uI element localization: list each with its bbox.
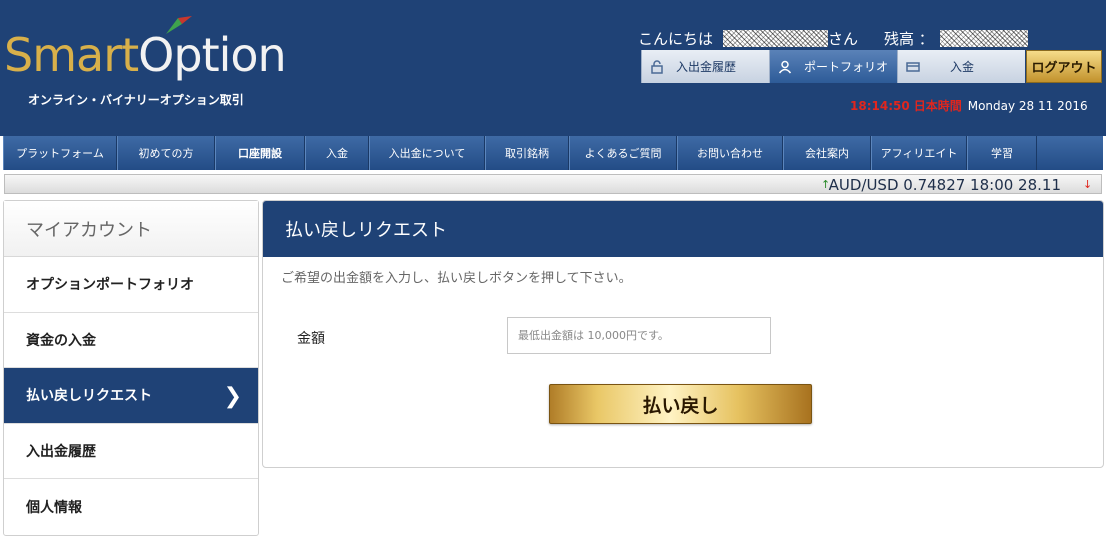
server-clock: 18:14:50 日本時間 Monday 28 11 2016: [850, 97, 1088, 114]
nav-bar: プラットフォーム 初めての方 口座開設 入金 入出金について 取引銘柄 よくある…: [3, 136, 1103, 170]
clock-time: 18:14:50: [850, 99, 910, 113]
lock-icon: [651, 59, 663, 74]
sidebar-title: マイアカウント: [4, 201, 258, 257]
sidebar-item-withdrawal-request[interactable]: 払い戻しリクエスト ❯: [4, 368, 258, 424]
deposit-label: 入金: [950, 60, 975, 74]
clock-date: Monday 28 11 2016: [967, 99, 1088, 113]
site-tagline: オンライン・バイナリーオプション取引: [28, 93, 244, 107]
main-navigation: プラットフォーム 初めての方 口座開設 入金 入出金について 取引銘柄 よくある…: [0, 136, 1106, 170]
amount-input[interactable]: [507, 317, 771, 354]
withdraw-button[interactable]: 払い戻し: [549, 384, 812, 424]
nav-item-deposit-withdrawal-info[interactable]: 入出金について: [369, 136, 485, 170]
site-header: SmartOption オンライン・バイナリーオプション取引 こんにちは さん …: [0, 0, 1106, 136]
credit-card-icon: [906, 61, 920, 72]
transaction-history-label: 入出金履歴: [676, 60, 737, 74]
nav-item-learning[interactable]: 学習: [967, 136, 1037, 170]
panel-title: 払い戻しリクエスト: [263, 201, 1103, 257]
nav-item-contact[interactable]: お問い合わせ: [677, 136, 783, 170]
nav-item-deposit[interactable]: 入金: [305, 136, 369, 170]
logout-button[interactable]: ログアウト: [1026, 50, 1102, 83]
nav-item-company[interactable]: 会社案内: [783, 136, 871, 170]
instructions-text: ご希望の出金額を入力し、払い戻しボタンを押して下さい。: [281, 271, 632, 286]
sidebar-item-transaction-history[interactable]: 入出金履歴: [4, 424, 258, 479]
nav-item-faq[interactable]: よくあるご質問: [569, 136, 677, 170]
account-sidebar: マイアカウント オプションポートフォリオ 資金の入金 払い戻しリクエスト ❯ 入…: [3, 200, 259, 536]
user-greeting: こんにちは さん 残高 ：: [638, 28, 1028, 49]
nav-item-affiliate[interactable]: アフィリエイト: [871, 136, 967, 170]
masked-username: [723, 30, 829, 47]
user-icon: [778, 60, 792, 73]
withdrawal-panel: 払い戻しリクエスト ご希望の出金額を入力し、払い戻しボタンを押して下さい。 金額…: [262, 200, 1104, 468]
sidebar-item-label: 資金の入金: [26, 332, 96, 349]
price-ticker: ↑ AUD/USD 0.74827 18:00 28.11 ↓: [4, 174, 1102, 194]
transaction-history-button[interactable]: 入出金履歴: [641, 50, 769, 83]
deposit-button[interactable]: 入金: [897, 50, 1025, 83]
sidebar-item-label: 個人情報: [26, 499, 82, 516]
sidebar-item-personal-info[interactable]: 個人情報: [4, 479, 258, 535]
ticker-quote: AUD/USD 0.74827 18:00 28.11: [828, 176, 1061, 194]
greeting-suffix: さん: [828, 30, 859, 48]
portfolio-button[interactable]: ポートフォリオ: [769, 50, 897, 83]
nav-item-open-account[interactable]: 口座開設: [215, 136, 305, 170]
arrow-down-icon: ↓: [1083, 178, 1093, 191]
logo-wordmark: SmartOption: [4, 28, 287, 82]
chevron-right-icon: ❯: [223, 384, 242, 409]
amount-label: 金額: [297, 331, 325, 347]
sidebar-item-label: オプションポートフォリオ: [26, 277, 194, 294]
balance-label: 残高 ：: [884, 30, 934, 48]
nav-item-instruments[interactable]: 取引銘柄: [485, 136, 569, 170]
nav-item-platform[interactable]: プラットフォーム: [3, 136, 117, 170]
clock-timezone: 日本時間: [913, 99, 962, 113]
masked-balance: [939, 30, 1028, 47]
sidebar-item-label: 入出金履歴: [26, 443, 96, 460]
smartoption-logo[interactable]: SmartOption: [4, 16, 304, 90]
sidebar-item-fund-deposit[interactable]: 資金の入金: [4, 313, 258, 368]
sidebar-item-label: 払い戻しリクエスト: [26, 388, 152, 405]
portfolio-label: ポートフォリオ: [804, 60, 889, 74]
nav-item-beginners[interactable]: 初めての方: [117, 136, 215, 170]
sidebar-item-option-portfolio[interactable]: オプションポートフォリオ: [4, 257, 258, 313]
greeting-text: こんにちは: [638, 30, 714, 48]
